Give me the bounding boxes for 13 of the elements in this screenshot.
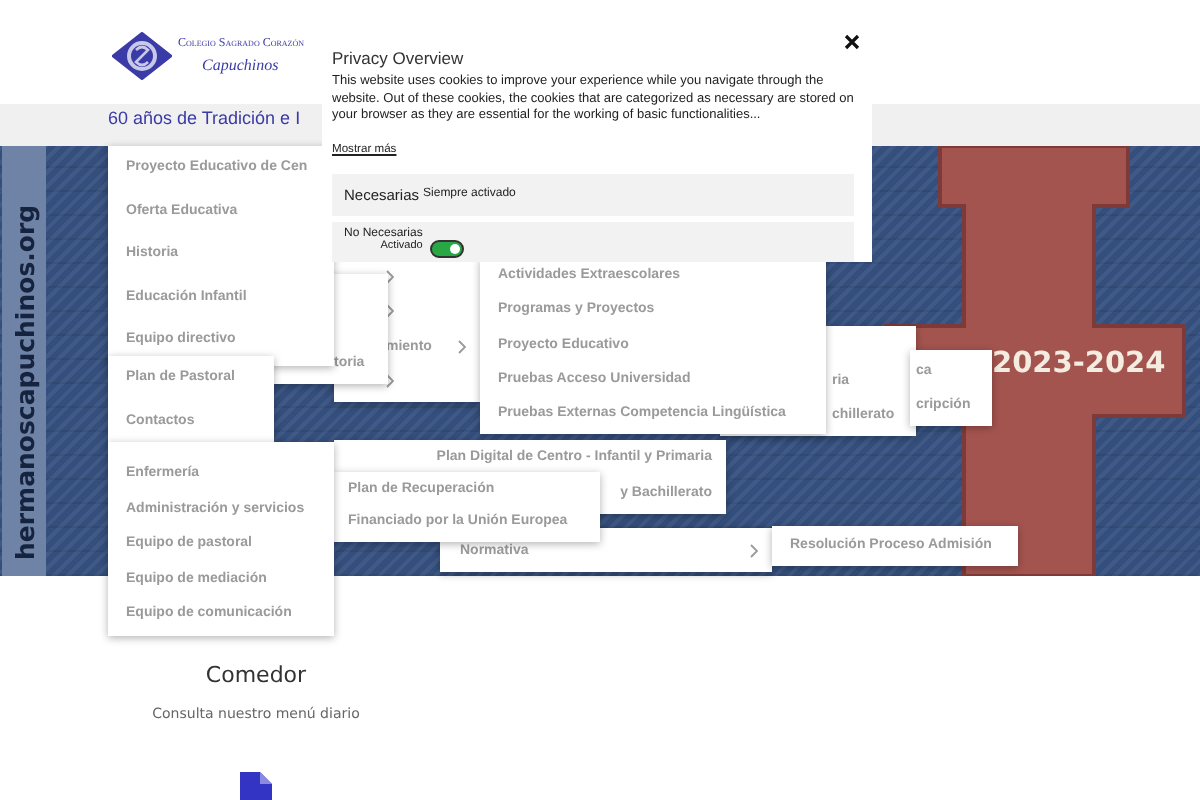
dialog-title: Privacy Overview bbox=[332, 46, 466, 70]
site-url-text: hermanoscapuchinos.org bbox=[10, 204, 40, 560]
logo-icon bbox=[112, 32, 172, 80]
chevron-icon[interactable] bbox=[386, 304, 394, 319]
chevron-icon[interactable] bbox=[386, 374, 394, 389]
tagline-link[interactable]: 60 años de Tradición e I bbox=[108, 106, 301, 130]
document-icon[interactable] bbox=[238, 772, 274, 800]
section-title: Comedor bbox=[205, 660, 307, 692]
close-icon[interactable] bbox=[844, 34, 860, 50]
chevron-icon[interactable] bbox=[386, 270, 394, 285]
school-year-text: 2023-2024 bbox=[992, 348, 1166, 380]
school-subtitle: Capuchinos bbox=[200, 54, 281, 76]
toggle-switch[interactable] bbox=[430, 239, 465, 258]
